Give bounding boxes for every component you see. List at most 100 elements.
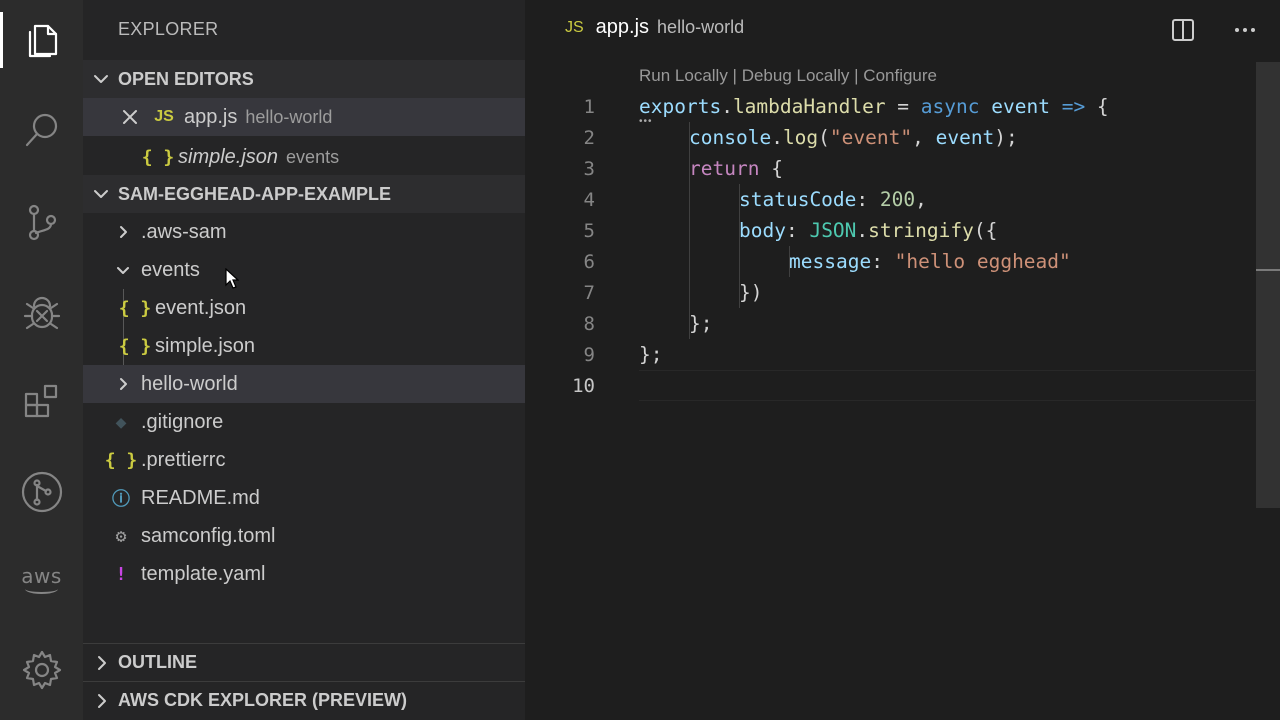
tab-app-js[interactable]: JS app.js hello-world [565, 16, 744, 39]
aws-icon[interactable]: aws [0, 546, 83, 606]
tree-file-event-json[interactable]: { } event.json [83, 289, 525, 327]
indent-guide [739, 184, 740, 308]
code-token: ({ [973, 219, 998, 242]
tree-file-gitignore[interactable]: ◆ .gitignore [83, 403, 525, 441]
tab-label: app.js [595, 16, 650, 38]
js-file-icon: JS [154, 108, 174, 125]
outline-header[interactable]: OUTLINE [83, 643, 525, 681]
code-token: }; [639, 343, 663, 366]
code-token: lambdaHandler [732, 95, 886, 118]
json-file-icon: { } [104, 449, 138, 471]
json-file-icon: { } [118, 335, 152, 357]
code-token: "hello egghead" [894, 250, 1071, 273]
open-editor-name: simple.json [178, 145, 279, 168]
code-editor[interactable]: 1 exports.lambdaHandler = async event =>… [525, 91, 1280, 401]
mouse-cursor-icon [225, 268, 239, 289]
tree-file-template-yaml[interactable]: ! template.yaml [83, 555, 525, 593]
more-actions-icon[interactable] [1232, 17, 1258, 43]
editor-pane: JS app.js hello-world Run Locally | Debu… [525, 0, 1280, 720]
tab-desc: hello-world [657, 17, 745, 37]
open-editor-desc: hello-world [245, 106, 333, 127]
line-content: }; [689, 312, 712, 335]
open-editors-header[interactable]: OPEN EDITORS [83, 60, 525, 98]
code-token: : [871, 250, 895, 273]
tree-folder-hello-world[interactable]: hello-world [83, 365, 525, 403]
code-token: { [759, 157, 783, 180]
line-number: 6 [583, 250, 595, 273]
code-line: 3 return { [525, 153, 1280, 184]
open-editor-app-js[interactable]: JS app.js hello-world [83, 98, 525, 136]
line-content: }) [739, 281, 762, 304]
code-line: 5 body: JSON.stringify({ [525, 215, 1280, 246]
js-file-icon: JS [565, 18, 584, 36]
code-line-current: 10 [525, 370, 1280, 401]
code-token: log [782, 126, 819, 149]
tree-item-label: simple.json [155, 334, 256, 357]
tree-item-label: README.md [141, 486, 260, 509]
chevron-down-icon [83, 70, 118, 88]
code-token: { [1085, 95, 1109, 118]
close-icon[interactable] [118, 109, 142, 125]
editor-tab-bar: JS app.js hello-world [525, 0, 1280, 62]
chevron-down-icon [83, 185, 118, 203]
codelens-actions[interactable]: Run Locally | Debug Locally | Configure [639, 66, 937, 86]
tree-file-samconfig[interactable]: ⚙ samconfig.toml [83, 517, 525, 555]
exclamation-icon: ! [115, 563, 127, 585]
chevron-right-icon [111, 376, 135, 392]
line-number: 3 [583, 157, 595, 180]
tree-item-label: .prettierrc [141, 448, 226, 471]
tree-item-label: events [141, 258, 200, 281]
code-token: : [856, 188, 880, 211]
tree-item-label: template.yaml [141, 562, 266, 585]
tree-file-prettierrc[interactable]: { } .prettierrc [83, 441, 525, 479]
chevron-right-icon [83, 654, 118, 672]
tree-file-simple-json[interactable]: { } simple.json [83, 327, 525, 365]
chevron-down-icon [111, 262, 135, 278]
indent-guide [689, 122, 690, 339]
split-editor-icon[interactable] [1170, 17, 1196, 43]
search-icon[interactable] [0, 100, 83, 160]
editor-scrollbar[interactable] [1256, 62, 1280, 508]
code-token: async [920, 95, 980, 118]
indent-guide [789, 246, 790, 277]
code-token: event [935, 126, 995, 149]
project-header[interactable]: SAM-EGGHEAD-APP-EXAMPLE [83, 175, 525, 213]
cdk-explorer-label: AWS CDK EXPLORER (PREVIEW) [118, 690, 408, 710]
tree-folder-aws-sam[interactable]: .aws-sam [83, 213, 525, 251]
tree-item-label: .gitignore [141, 410, 224, 433]
line-content: message: "hello egghead" [789, 250, 1071, 273]
editor-actions [1170, 17, 1258, 43]
line-number: 2 [583, 126, 595, 149]
code-token: statusCode [739, 188, 857, 211]
settings-gear-icon[interactable] [0, 640, 83, 700]
code-token: event [991, 95, 1050, 118]
open-editors-label: OPEN EDITORS [118, 68, 254, 89]
open-editor-simple-json[interactable]: { } simple.json events [83, 138, 525, 176]
source-control-icon[interactable] [0, 192, 83, 252]
extensions-icon[interactable] [0, 372, 83, 432]
cdk-explorer-header[interactable]: AWS CDK EXPLORER (PREVIEW) [83, 681, 525, 719]
code-line: 9 }; [525, 339, 1280, 370]
debug-icon[interactable] [0, 282, 83, 342]
tree-folder-events[interactable]: events [83, 251, 525, 289]
code-token: . [721, 95, 733, 118]
line-content: body: JSON.stringify({ [739, 219, 997, 242]
json-file-icon: { } [141, 146, 175, 168]
explorer-sidebar: EXPLORER OPEN EDITORS JS app.js hello-wo… [83, 0, 525, 720]
json-file-icon: { } [118, 297, 152, 319]
files-icon[interactable] [0, 10, 83, 70]
gitlens-icon[interactable] [0, 462, 83, 522]
explorer-title: EXPLORER [118, 19, 219, 39]
aws-label: aws [21, 564, 62, 594]
chevron-right-icon [83, 692, 118, 710]
code-token: return [689, 157, 760, 180]
code-token: = [885, 95, 921, 118]
tree-file-readme[interactable]: ⓘ README.md [83, 479, 525, 517]
code-token: }; [689, 312, 713, 335]
code-line: 8 }; [525, 308, 1280, 339]
code-token: stringify [868, 219, 974, 242]
line-content: console.log("event", event); [689, 126, 1018, 149]
tree-item-label: samconfig.toml [141, 524, 276, 547]
line-number: 1 [583, 95, 595, 118]
open-editor-name: app.js [184, 105, 238, 128]
